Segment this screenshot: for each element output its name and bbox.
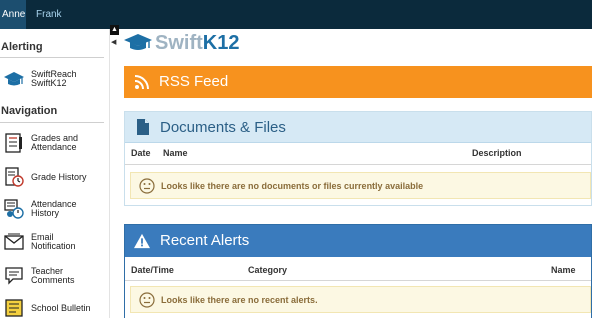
- alerts-empty-notice: Looks like there are no recent alerts.: [130, 286, 591, 313]
- grade-history-icon: [5, 167, 24, 187]
- sidebar-item-grade-history[interactable]: Grade History: [0, 163, 108, 195]
- sidebar-item-swiftreach[interactable]: SwiftReach SwiftK12: [0, 65, 108, 97]
- column-header-datetime[interactable]: Date/Time: [131, 265, 174, 275]
- alerting-heading: Alerting: [1, 41, 43, 53]
- sidebar-item-label: SwiftK12: [31, 78, 67, 88]
- documents-empty-notice: Looks like there are no documents or fil…: [130, 172, 591, 199]
- sidebar-arrow-icon[interactable]: ◀: [111, 38, 116, 46]
- neutral-face-icon: [139, 292, 155, 308]
- recent-alerts-panel: Recent Alerts Date/Time Category Name Lo…: [124, 224, 592, 318]
- sidebar-item-grades-attendance[interactable]: Grades and Attendance: [0, 129, 108, 161]
- graduation-cap-icon: [4, 72, 24, 86]
- rss-feed-panel: RSS Feed: [124, 66, 592, 98]
- document-icon: [137, 119, 149, 135]
- divider: [0, 57, 104, 58]
- tab-anne[interactable]: Anne: [0, 0, 26, 29]
- sidebar-item-label: Notification: [31, 241, 76, 251]
- sidebar-item-teacher-comments[interactable]: Teacher Comments: [0, 262, 108, 294]
- sidebar-item-email-notification[interactable]: Email Notification: [0, 228, 108, 260]
- divider: [125, 280, 591, 281]
- sidebar-item-label: Attendance: [31, 142, 77, 152]
- column-header-name[interactable]: Name: [163, 148, 188, 158]
- attendance-history-icon: [4, 199, 24, 219]
- rss-icon: [134, 75, 149, 90]
- documents-title: Documents & Files: [160, 119, 286, 136]
- column-header-name[interactable]: Name: [551, 265, 576, 275]
- column-header-category[interactable]: Category: [248, 265, 287, 275]
- graduation-cap-icon: [124, 34, 152, 50]
- column-header-description[interactable]: Description: [472, 148, 522, 158]
- bulletin-icon: [5, 299, 23, 317]
- comment-icon: [5, 267, 23, 285]
- sidebar-item-label: Grade History: [31, 172, 87, 182]
- rss-feed-title: RSS Feed: [159, 73, 229, 90]
- sidebar-collapse-toggle[interactable]: ▲: [110, 25, 119, 35]
- email-icon: [4, 233, 24, 250]
- logo-text-swift: Swift: [155, 32, 203, 54]
- documents-empty-message: Looks like there are no documents or fil…: [161, 181, 424, 191]
- sidebar-item-attendance-history[interactable]: Attendance History: [0, 195, 108, 227]
- sidebar-item-label: Comments: [31, 275, 75, 285]
- sidebar-item-school-bulletin[interactable]: School Bulletin: [0, 294, 108, 326]
- warning-icon: [134, 233, 150, 249]
- recent-alerts-header: Recent Alerts: [125, 225, 591, 257]
- tab-frank[interactable]: Frank: [30, 0, 68, 29]
- sidebar-item-label: History: [31, 208, 60, 218]
- neutral-face-icon: [139, 178, 155, 194]
- sidebar-item-label: School Bulletin: [31, 303, 91, 313]
- recent-alerts-title: Recent Alerts: [160, 232, 250, 249]
- documents-panel-header: Documents & Files: [125, 112, 591, 143]
- logo-text-k12: K12: [202, 32, 240, 54]
- sidebar: Alerting SwiftReach SwiftK12 Navigation …: [0, 29, 110, 318]
- divider: [125, 164, 591, 165]
- top-bar: Anne Frank: [0, 0, 592, 29]
- divider: [0, 122, 104, 123]
- alerts-empty-message: Looks like there are no recent alerts.: [161, 295, 318, 305]
- documents-panel: Documents & Files Date Name Description …: [124, 111, 592, 206]
- navigation-heading: Navigation: [1, 105, 58, 117]
- gradebook-icon: [5, 133, 22, 153]
- column-header-date[interactable]: Date: [131, 148, 151, 158]
